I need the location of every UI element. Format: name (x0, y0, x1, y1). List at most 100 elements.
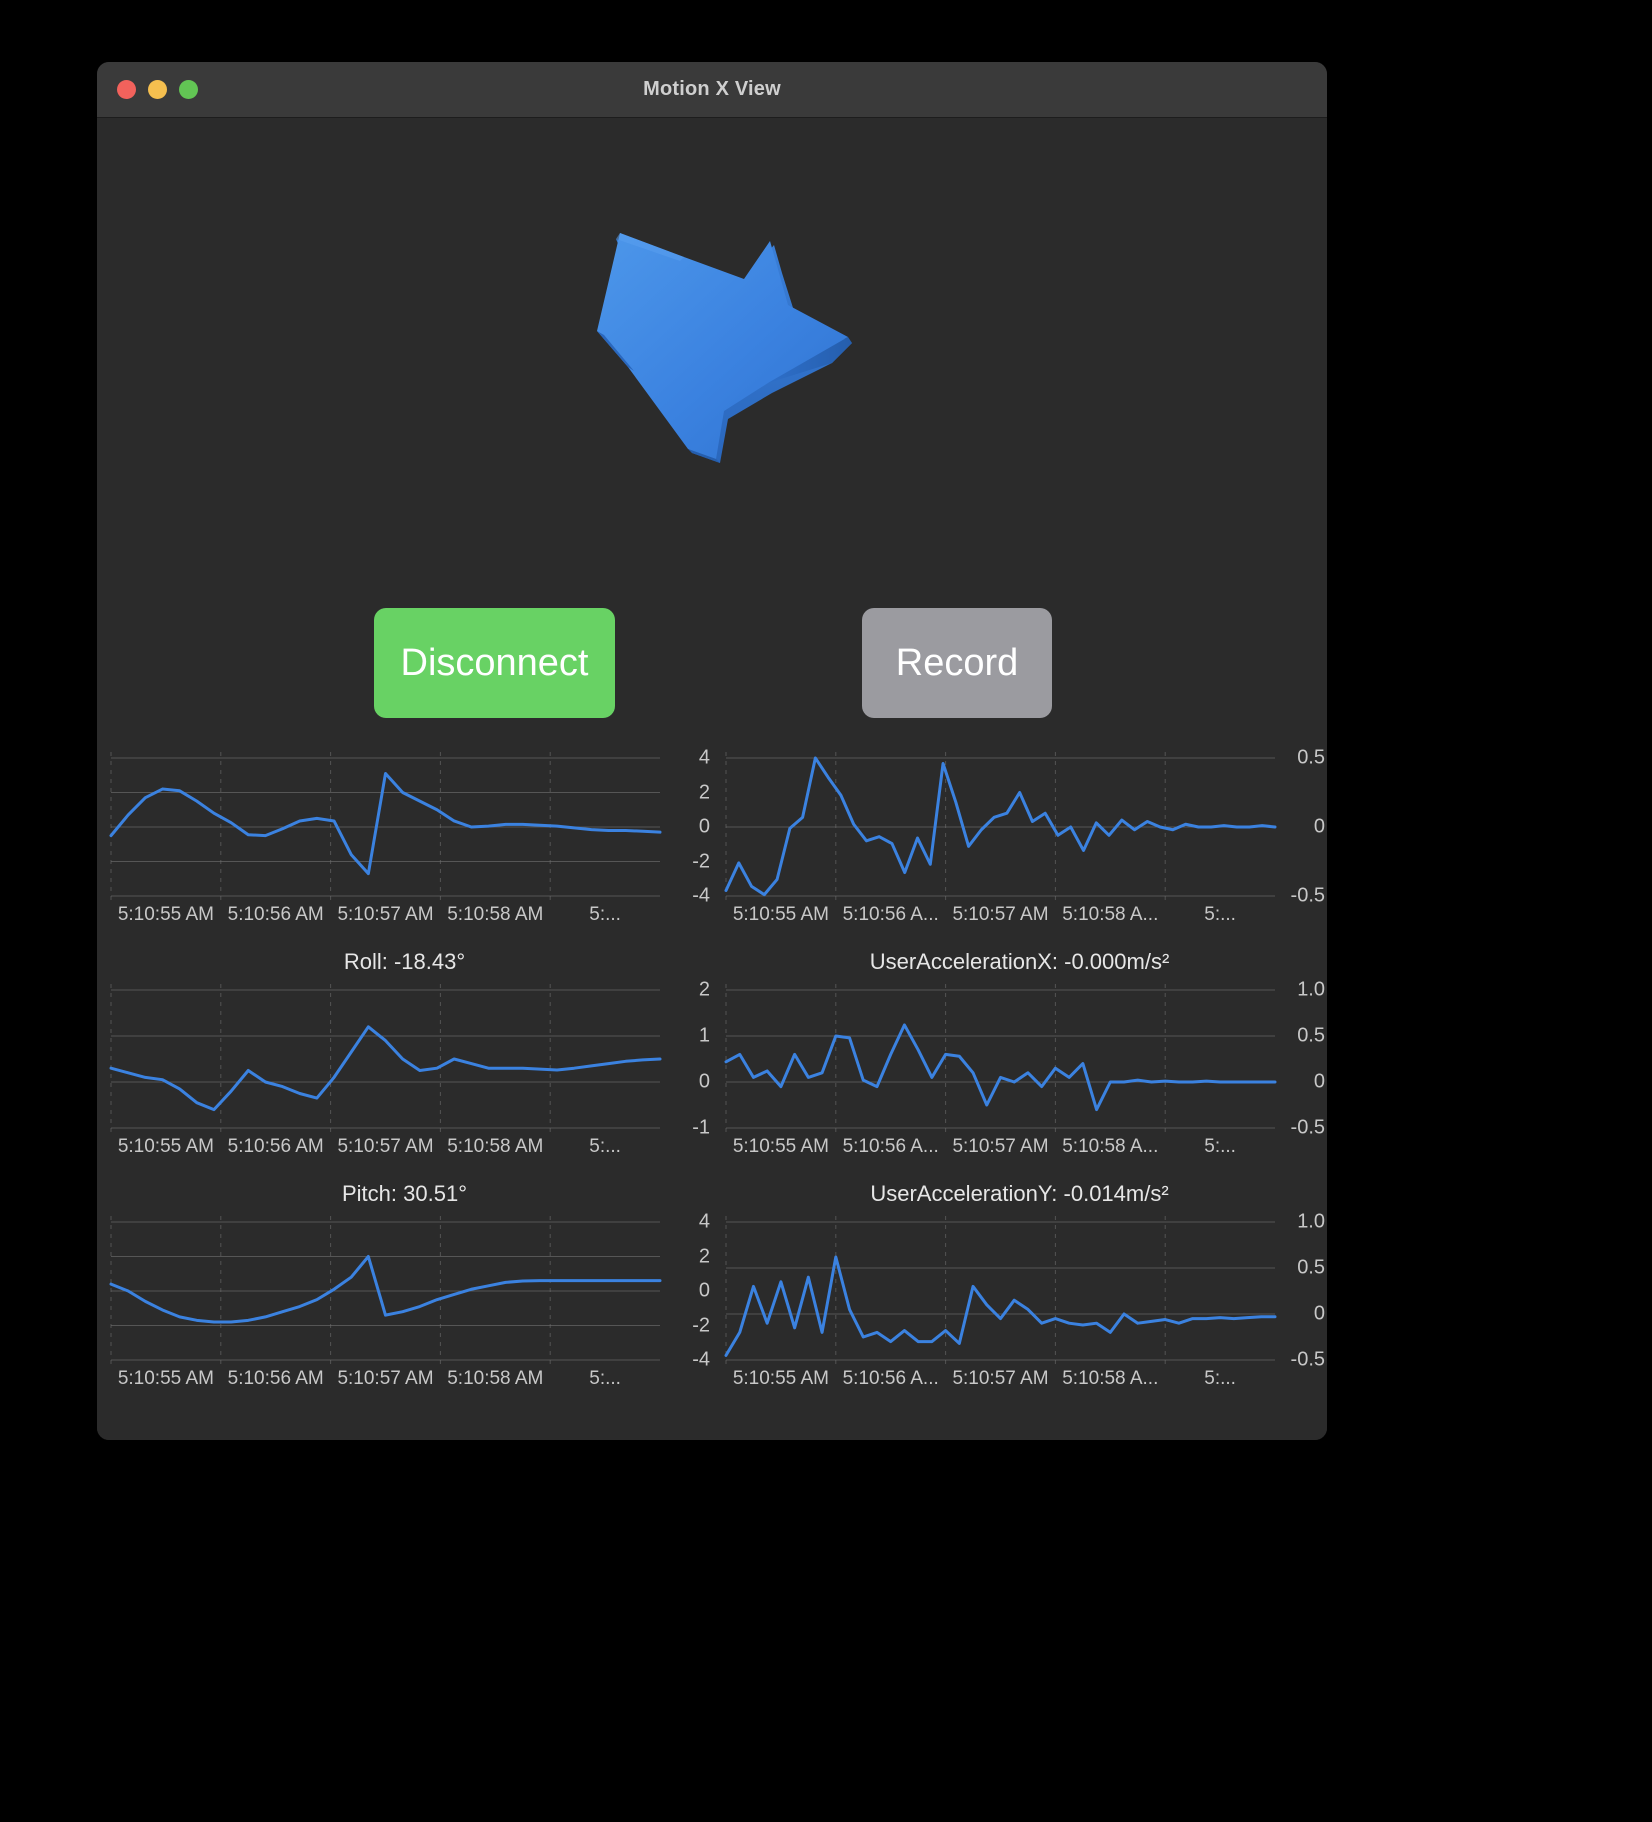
window-content: Disconnect Record 4 2 0 -2 -4 5:10:55 AM 5:10… (97, 118, 1327, 1440)
y-tick-label: 1.0 (1297, 978, 1325, 1001)
y-axis-labels: 4 2 0 -2 -4 (660, 747, 712, 907)
y-tick-label: 4 (698, 1210, 710, 1233)
x-tick-label: 5:10:56 A... (842, 1368, 939, 1389)
3d-arrow-indicator (597, 233, 852, 463)
chart-cell-yaw: 4 2 0 -2 -4 5:10:55 AM 5:10:56 AM 5:10:57 AM 5:… (97, 708, 712, 940)
chart-row-3: Pitch: 30.51° 4 2 0 -2 -4 5:10:55 AM 5:10:56 … (97, 1172, 1327, 1404)
window-title: Motion X View (643, 78, 781, 100)
y-tick-label: 4 (698, 746, 710, 769)
chart-row-1: 4 2 0 -2 -4 5:10:55 AM 5:10:56 AM 5:10:57 AM 5:… (97, 708, 1327, 940)
y-tick-label: -2 (692, 850, 710, 872)
x-tick-label: 5:10:58 A... (1062, 1368, 1159, 1389)
chart-title-user-acceleration-y: UserAccelerationY: -0.014m/s² (870, 1181, 1169, 1206)
x-tick-label: 5:10:56 A... (842, 904, 939, 925)
y-tick-label: 2 (698, 781, 710, 803)
series-line (109, 1255, 662, 1324)
x-tick-label: 5:10:55 AM (732, 1136, 829, 1157)
x-tick-label: 5:10:57 AM (337, 904, 434, 925)
x-tick-label: 5:10:57 AM (952, 1368, 1049, 1389)
chart-cell-user-acceleration-y: UserAccelerationY: -0.014m/s² 1.0 0.5 0 -0.… (712, 1172, 1327, 1404)
y-tick-label: 0 (698, 815, 710, 838)
x-tick-label: 5:10:56 AM (227, 904, 324, 925)
x-tick-label: 5:... (589, 1368, 621, 1389)
y-tick-label: 0.5 (1297, 1256, 1325, 1279)
app-window: Motion X View Disconnect Record 4 2 0 -2… (97, 62, 1327, 1440)
x-tick-label: 5:10:56 AM (227, 1368, 324, 1389)
series-line (724, 1255, 1277, 1357)
x-tick-label: 5:... (1204, 1368, 1236, 1389)
plot-area: 1.0 0.5 0 -0.5 (712, 1211, 1327, 1371)
x-tick-label: 5:10:58 AM (447, 1368, 544, 1389)
x-tick-label: 5:10:55 AM (117, 904, 214, 925)
plot-svg (109, 752, 662, 902)
chart-cell-user-acceleration-x: UserAccelerationX: -0.000m/s² 1.0 0.5 0 -0.… (712, 940, 1327, 1172)
x-tick-label: 5:10:57 AM (337, 1136, 434, 1157)
y-tick-label: 0 (1313, 815, 1325, 838)
plot-svg (724, 984, 1277, 1134)
y-tick-label: 0.5 (1297, 1024, 1325, 1047)
plot-area: 4 2 0 -2 -4 (97, 747, 712, 907)
series-line (109, 1025, 662, 1112)
plot-svg (109, 1216, 662, 1366)
charts-grid: 4 2 0 -2 -4 5:10:55 AM 5:10:56 AM 5:10:57 AM 5:… (97, 708, 1327, 1404)
button-row: Disconnect Record (97, 596, 1327, 718)
x-tick-label: 5:10:58 A... (1062, 1136, 1159, 1157)
series-line (724, 756, 1277, 897)
x-tick-label: 5:... (1204, 904, 1236, 925)
y-axis-labels: 0.5 0 -0.5 (1275, 747, 1327, 907)
y-axis-labels: 4 2 0 -2 -4 (660, 1211, 712, 1371)
x-axis-labels: 5:10:55 AM 5:10:56 AM 5:10:57 AM 5:10:58 AM… (97, 1366, 712, 1404)
chart-title-roll: Roll: -18.43° (343, 949, 466, 974)
y-tick-label: -2 (692, 1314, 710, 1336)
title-bar: Motion X View (97, 62, 1327, 118)
y-tick-label: 0 (1313, 1302, 1325, 1325)
y-axis-labels: 1.0 0.5 0 -0.5 (1275, 1211, 1327, 1371)
y-tick-label: 1 (698, 1024, 710, 1047)
series-line (109, 772, 662, 876)
x-tick-label: 5:10:58 AM (447, 1136, 544, 1157)
plot-area: 4 2 0 -2 -4 (97, 1211, 712, 1371)
y-tick-label: 2 (698, 978, 710, 1001)
x-tick-label: 5:10:56 A... (842, 1136, 939, 1157)
plot-svg (724, 1216, 1277, 1366)
x-tick-label: 5:10:58 AM (447, 904, 544, 925)
x-tick-label: 5:10:55 AM (732, 1368, 829, 1389)
arrow-stage (97, 118, 1327, 598)
x-tick-label: 5:... (589, 1136, 621, 1157)
disconnect-button[interactable]: Disconnect (374, 608, 615, 718)
chart-row-2: Roll: -18.43° 2 1 0 -1 5:10:55 AM 5:10:56 AM… (97, 940, 1327, 1172)
x-axis-labels: 5:10:55 AM 5:10:56 AM 5:10:57 AM 5:10:58 AM… (97, 902, 712, 940)
y-tick-label: 0 (698, 1070, 710, 1093)
y-tick-label: 0 (1313, 1070, 1325, 1093)
plot-area: 0.5 0 -0.5 (712, 747, 1327, 907)
x-axis-labels: 5:10:55 AM 5:10:56 A... 5:10:57 AM 5:10:58 … (712, 902, 1327, 940)
chart-cell-rotation-rate-x: 0.5 0 -0.5 5:10:55 AM 5:10:56 A... 5:10:57 A… (712, 708, 1327, 940)
y-tick-label: 2 (698, 1245, 710, 1267)
y-tick-label: 1.0 (1297, 1210, 1325, 1233)
x-tick-label: 5:10:55 AM (117, 1368, 214, 1389)
x-axis-labels: 5:10:55 AM 5:10:56 AM 5:10:57 AM 5:10:58 AM… (97, 1134, 712, 1172)
record-button[interactable]: Record (862, 608, 1052, 718)
chart-cell-pitch: Pitch: 30.51° 4 2 0 -2 -4 5:10:55 AM 5:10:56 … (97, 1172, 712, 1404)
x-tick-label: 5:10:57 AM (952, 904, 1049, 925)
x-tick-label: 5:10:58 A... (1062, 904, 1159, 925)
chart-title-user-acceleration-x: UserAccelerationX: -0.000m/s² (869, 949, 1170, 974)
y-tick-label: 0 (698, 1279, 710, 1302)
plot-area: 1.0 0.5 0 -0.5 (712, 979, 1327, 1139)
x-tick-label: 5:... (589, 904, 621, 925)
y-tick-label: 0.5 (1297, 746, 1325, 769)
x-axis-labels: 5:10:55 AM 5:10:56 A... 5:10:57 AM 5:10:58 … (712, 1134, 1327, 1172)
x-tick-label: 5:10:57 AM (952, 1136, 1049, 1157)
y-axis-labels: 1.0 0.5 0 -0.5 (1275, 979, 1327, 1139)
plot-area: 2 1 0 -1 (97, 979, 712, 1139)
y-axis-labels: 2 1 0 -1 (660, 979, 712, 1139)
chart-title-pitch: Pitch: 30.51° (342, 1181, 467, 1206)
plot-svg (724, 752, 1277, 902)
x-axis-labels: 5:10:55 AM 5:10:56 A... 5:10:57 AM 5:10:58 … (712, 1366, 1327, 1404)
x-tick-label: 5:... (1204, 1136, 1236, 1157)
x-tick-label: 5:10:56 AM (227, 1136, 324, 1157)
x-tick-label: 5:10:57 AM (337, 1368, 434, 1389)
series-line (724, 1023, 1277, 1112)
x-tick-label: 5:10:55 AM (732, 904, 829, 925)
chart-cell-roll: Roll: -18.43° 2 1 0 -1 5:10:55 AM 5:10:56 AM… (97, 940, 712, 1172)
